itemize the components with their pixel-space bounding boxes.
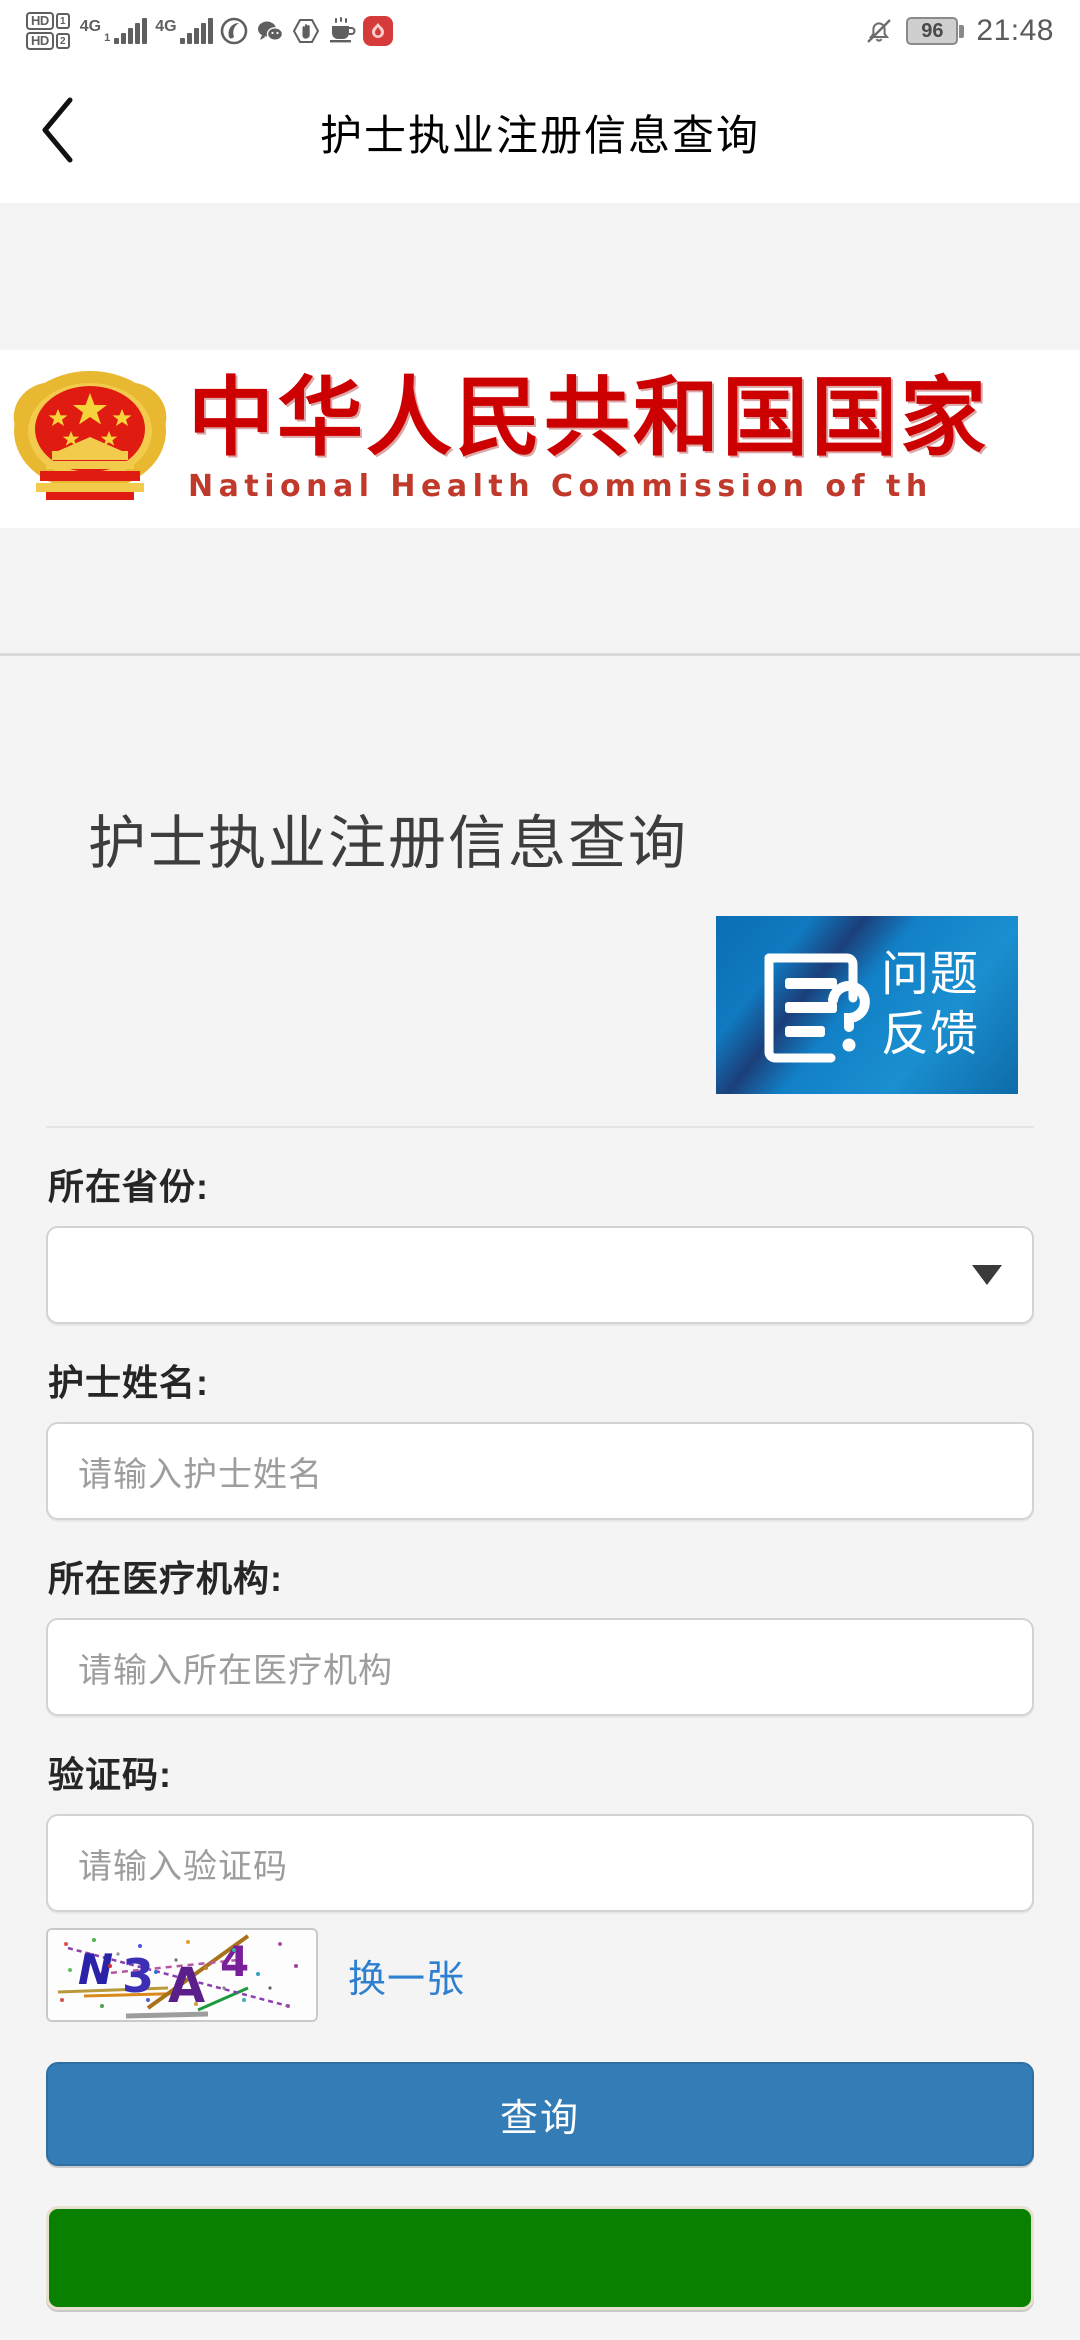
placeholder-nurse-name: 请输入护士姓名 [78, 1455, 323, 1494]
coffee-cup-icon [327, 16, 357, 46]
query-button[interactable]: 查询 [46, 2062, 1034, 2166]
battery-level-text: 96 [921, 19, 944, 42]
status-bar-clock: 21:48 [976, 14, 1054, 47]
form-divider [46, 1126, 1034, 1128]
green-action-button[interactable] [46, 2206, 1034, 2310]
svg-text:N: N [78, 1945, 113, 1994]
network-type-1: 4G [79, 18, 102, 35]
captcha-image[interactable]: N 3 A 4 [46, 1928, 318, 2022]
block-hand-icon [291, 16, 321, 46]
field-medical-institution: 所在医疗机构: 请输入所在医疗机构 [46, 1550, 1034, 1716]
signal-4g-sim2-icon: 4G [155, 18, 213, 44]
page-title-navbar: 护士执业注册信息查询 [319, 112, 760, 159]
back-button[interactable] [0, 62, 120, 203]
signal-sim-index-1: 1 [104, 32, 111, 44]
refresh-captcha-link[interactable]: 换一张 [348, 1948, 465, 2003]
hd-sim2-icon: HD 2 [26, 32, 70, 50]
phone-screen: HD 1 HD 2 4G 1 4G 96 21:48 护士执业注册信息查询 中华… [0, 0, 1080, 2340]
placeholder-captcha: 请输入验证码 [78, 1847, 288, 1886]
svg-text:3: 3 [122, 1949, 154, 2003]
page-title: 护士执业注册信息查询 [88, 811, 689, 876]
signal-4g-sim1-icon: 4G 1 [79, 18, 148, 44]
feedback-label-line2: 反馈 [880, 1008, 979, 1061]
label-captcha: 验证码: [48, 1754, 172, 1795]
feedback-label-line1: 问题 [880, 948, 979, 1001]
input-nurse-name[interactable]: 请输入护士姓名 [46, 1422, 1034, 1520]
captcha-row: N 3 A 4 换一张 [46, 1928, 1034, 2022]
signal-bars-2 [179, 18, 213, 44]
label-province: 所在省份: [48, 1166, 209, 1207]
sim-index-2: 2 [55, 33, 70, 49]
china-national-emblem-icon [6, 365, 174, 513]
feedback-area: 问题 反馈 [0, 880, 1080, 1094]
field-nurse-name: 护士姓名: 请输入护士姓名 [46, 1354, 1034, 1520]
query-button-label: 查询 [499, 2097, 580, 2140]
main-content: 护士执业注册信息查询 问题 反馈 所在省份: 护士姓名: 请输入护士姓名 所在医… [0, 656, 1080, 2310]
banner-title-english: National Health Commission of th [188, 469, 933, 504]
header-spacer-top [0, 203, 1080, 350]
svg-text:A: A [168, 1958, 205, 2014]
placeholder-medical-institution: 请输入所在医疗机构 [78, 1651, 393, 1690]
hd-sim1-icon: HD 1 [26, 12, 70, 30]
battery-indicator: 96 [906, 17, 965, 45]
select-province[interactable] [46, 1226, 1034, 1324]
document-question-icon [755, 944, 875, 1066]
status-bar-left-icons: HD 1 HD 2 4G 1 4G [26, 12, 393, 50]
browser-icon [219, 16, 249, 46]
hd-label-1: HD [26, 12, 54, 30]
hd-volte-stack: HD 1 HD 2 [26, 12, 70, 50]
label-medical-institution: 所在医疗机构: [48, 1558, 283, 1599]
gov-banner: 中华人民共和国国家 National Health Commission of … [0, 350, 1080, 528]
feedback-button[interactable]: 问题 反馈 [716, 916, 1018, 1094]
navigation-bar: 护士执业注册信息查询 [0, 62, 1080, 203]
banner-spacer-bottom [0, 528, 1080, 653]
label-nurse-name: 护士姓名: [48, 1362, 209, 1403]
banner-title-chinese: 中华人民共和国国家 [188, 368, 989, 468]
back-chevron-icon [37, 94, 83, 171]
input-captcha[interactable]: 请输入验证码 [46, 1814, 1034, 1912]
field-captcha: 验证码: 请输入验证码 N 3 A 4 换一张 [46, 1746, 1034, 2022]
chevron-down-icon [972, 1265, 1002, 1285]
wechat-icon [255, 16, 285, 46]
network-type-2: 4G [155, 18, 177, 35]
red-app-icon [362, 16, 393, 46]
signal-bars-1 [114, 18, 148, 44]
status-bar-right: 96 21:48 [864, 14, 1054, 48]
field-province: 所在省份: [46, 1158, 1034, 1324]
input-medical-institution[interactable]: 请输入所在医疗机构 [46, 1618, 1034, 1716]
query-form: 所在省份: 护士姓名: 请输入护士姓名 所在医疗机构: 请输入所在医疗机构 验证… [0, 1158, 1080, 2310]
sim-index-1: 1 [55, 13, 70, 29]
bell-muted-icon [864, 16, 894, 46]
svg-text:4: 4 [220, 1937, 249, 1986]
hd-label-2: HD [26, 32, 54, 50]
status-bar: HD 1 HD 2 4G 1 4G 96 21:48 [0, 0, 1080, 62]
battery-tip [959, 24, 965, 38]
